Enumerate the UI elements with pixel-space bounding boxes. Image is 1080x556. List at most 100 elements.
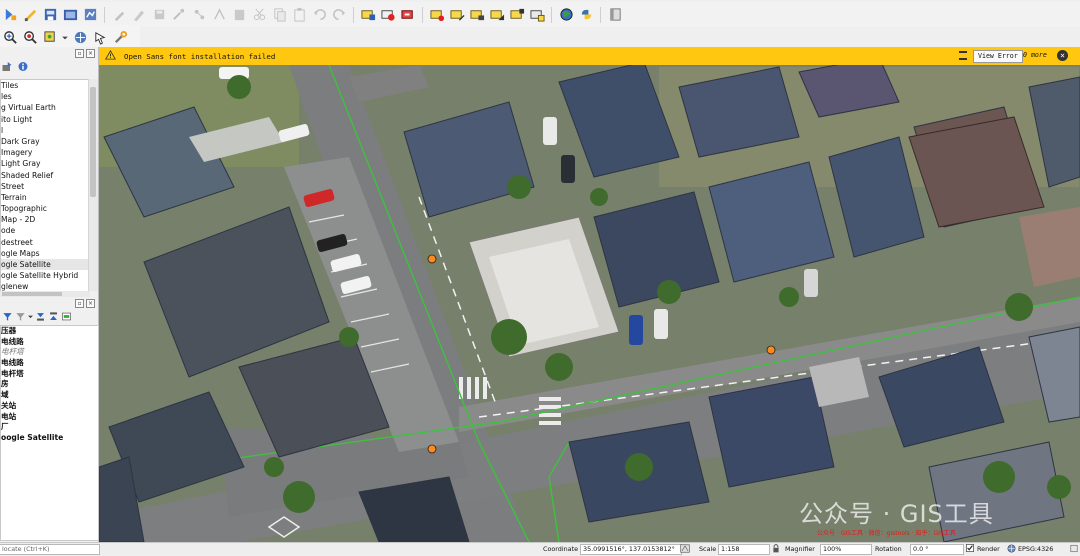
crs-label[interactable]: EPSG:4326 xyxy=(1018,544,1053,554)
undo-icon[interactable] xyxy=(311,7,327,23)
view-error-button[interactable]: View Error xyxy=(973,50,1023,63)
paste-icon[interactable] xyxy=(291,7,307,23)
more-messages-label[interactable]: 0 more xyxy=(1023,51,1047,59)
open-project-icon[interactable] xyxy=(2,7,18,23)
identify-icon[interactable] xyxy=(72,30,88,46)
float-panel-icon[interactable]: ▫ xyxy=(75,48,84,58)
print-layout-icon[interactable] xyxy=(82,7,98,23)
browser-item[interactable]: Imagery xyxy=(1,147,89,158)
browser-item[interactable]: Terrain xyxy=(1,192,89,203)
globe-icon[interactable] xyxy=(558,7,574,23)
vertex-tool-icon[interactable] xyxy=(191,7,207,23)
browser-item[interactable]: l xyxy=(1,125,89,136)
expand-all-icon[interactable] xyxy=(35,311,46,322)
collapse-all-icon[interactable] xyxy=(48,311,59,322)
filter-icon[interactable] xyxy=(2,311,13,322)
identify-arrow-icon[interactable] xyxy=(92,30,108,46)
label-icon[interactable] xyxy=(360,7,376,23)
label-show-icon[interactable] xyxy=(400,7,416,23)
close-panel-icon[interactable]: × xyxy=(86,48,95,58)
zoom-in-icon[interactable] xyxy=(2,30,18,46)
browser-item[interactable]: Light Gray xyxy=(1,158,89,169)
chevron-down-icon[interactable] xyxy=(28,311,33,322)
label-rotate-icon[interactable] xyxy=(449,7,465,23)
browser-item[interactable]: g Virtual Earth xyxy=(1,102,89,113)
new-layer-icon[interactable] xyxy=(22,7,38,23)
label-hide-icon[interactable] xyxy=(529,7,545,23)
magnifier-field[interactable]: 100% xyxy=(820,544,872,555)
save-edits-icon[interactable] xyxy=(151,7,167,23)
save-project-icon[interactable] xyxy=(62,7,78,23)
coordinate-field[interactable]: 35.0991516°, 137.0153812° xyxy=(580,544,682,555)
toggle-editing-icon[interactable] xyxy=(131,7,147,23)
layer-item[interactable]: 关站 xyxy=(1,401,98,412)
close-panel-icon[interactable]: × xyxy=(86,298,95,308)
browser-item[interactable]: destreet xyxy=(1,237,89,248)
browser-item[interactable]: ogle Satellite xyxy=(1,259,89,271)
label-diagram-icon[interactable] xyxy=(489,7,505,23)
scale-field[interactable]: 1:158 xyxy=(718,544,770,555)
layer-item[interactable]: 电杆塔 xyxy=(1,347,98,358)
rotation-field[interactable]: 0.0 ° xyxy=(910,544,964,555)
scrollbar-thumb[interactable] xyxy=(2,292,62,296)
map-canvas[interactable]: Open Sans font installation failed View … xyxy=(99,47,1080,542)
label-pin-icon[interactable] xyxy=(380,7,396,23)
browser-item[interactable]: Topographic xyxy=(1,203,89,214)
lock-icon[interactable] xyxy=(772,544,780,554)
browser-item[interactable]: ito Light xyxy=(1,114,89,125)
browser-item[interactable]: ogle Satellite Hybrid xyxy=(1,270,89,281)
float-panel-icon[interactable]: ▫ xyxy=(75,298,84,308)
browser-panel: ▫ × Tiles les g Virtual Earth ito Light l Dar… xyxy=(0,47,98,297)
browser-item[interactable]: les xyxy=(1,91,89,102)
messages-icon[interactable] xyxy=(1070,544,1078,554)
label-edit-icon[interactable] xyxy=(509,7,525,23)
info-icon[interactable] xyxy=(17,60,29,72)
crs-globe-icon[interactable] xyxy=(1007,544,1016,554)
copy-icon[interactable] xyxy=(271,7,287,23)
browser-item[interactable]: Dark Gray xyxy=(1,136,89,147)
browser-item[interactable]: Map - 2D xyxy=(1,214,89,225)
label-change-icon[interactable] xyxy=(469,7,485,23)
browser-item[interactable]: Shaded Relief xyxy=(1,170,89,181)
layer-item[interactable]: 电线路 xyxy=(1,337,98,348)
layer-item[interactable]: 域 xyxy=(1,390,98,401)
browser-scrollbar[interactable] xyxy=(88,79,98,291)
layer-item[interactable]: 电线路 xyxy=(1,358,98,369)
watermark: 公众号 · GIS工具 xyxy=(799,500,994,528)
scrollbar-thumb[interactable] xyxy=(90,87,96,197)
browser-item[interactable]: Street xyxy=(1,181,89,192)
node-tool-icon[interactable] xyxy=(211,7,227,23)
browser-item[interactable]: Tiles xyxy=(1,80,89,91)
digitize-icon[interactable] xyxy=(171,7,187,23)
redo-icon[interactable] xyxy=(331,7,347,23)
edit-pencil-icon[interactable] xyxy=(111,7,127,23)
layer-item[interactable]: 压器 xyxy=(1,326,98,337)
render-checkbox[interactable] xyxy=(966,544,974,554)
message-menu-icon[interactable] xyxy=(959,51,967,60)
zoom-full-icon[interactable] xyxy=(22,30,38,46)
browser-panel-titlebar: ▫ × xyxy=(0,47,98,59)
layer-item[interactable]: 电杆塔 xyxy=(1,369,98,380)
layer-item[interactable]: 电站 xyxy=(1,412,98,423)
cut-icon[interactable] xyxy=(251,7,267,23)
layer-item[interactable]: 房 xyxy=(1,379,98,390)
locator-input[interactable]: locate (Ctrl+K) xyxy=(0,544,100,555)
filter-legend-icon[interactable] xyxy=(15,311,26,322)
layers-panel: ▫ × 压器 电线路 电杆塔 电线路 电杆塔房域关站 电站厂 oogle Satellite xyxy=(0,297,99,542)
label-move-icon[interactable] xyxy=(429,7,445,23)
zoom-layer-icon[interactable] xyxy=(42,30,58,46)
remove-layer-icon[interactable] xyxy=(61,311,72,322)
browser-item[interactable]: ogle Maps xyxy=(1,248,89,259)
open-layer-icon[interactable] xyxy=(42,7,58,23)
refresh-icon[interactable] xyxy=(1,60,13,72)
layer-item[interactable]: oogle Satellite xyxy=(1,433,98,444)
panel-icon[interactable] xyxy=(607,7,623,23)
delete-icon[interactable] xyxy=(231,7,247,23)
chevron-down-icon[interactable] xyxy=(62,30,68,46)
browser-item[interactable]: ode xyxy=(1,225,89,236)
close-icon[interactable]: × xyxy=(1057,50,1068,61)
layer-item[interactable]: 厂 xyxy=(1,422,98,433)
settings-wrench-icon[interactable] xyxy=(112,30,128,46)
python-icon[interactable] xyxy=(578,7,594,23)
extents-toggle-icon[interactable] xyxy=(680,544,690,554)
